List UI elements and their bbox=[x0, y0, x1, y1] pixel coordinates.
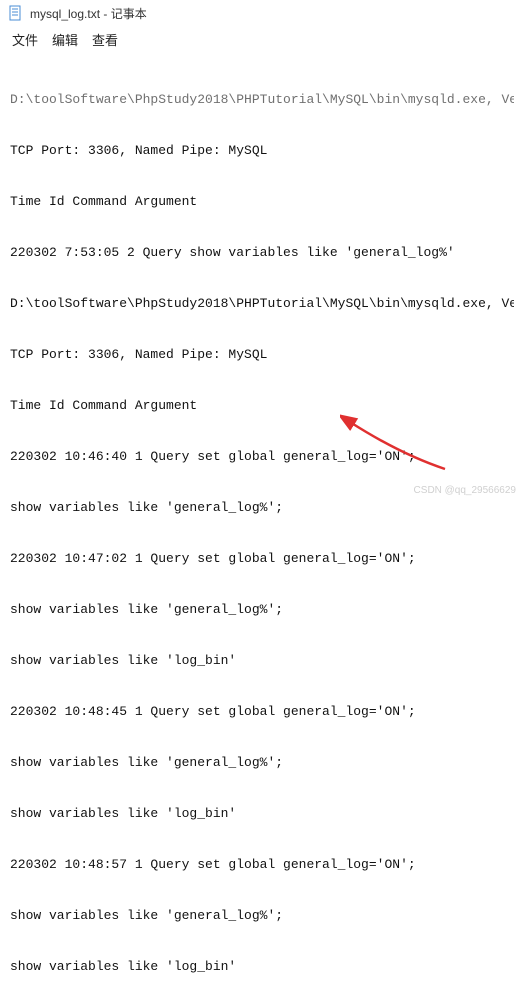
log-line: show variables like 'general_log%'; bbox=[10, 601, 514, 618]
log-line: show variables like 'general_log%'; bbox=[10, 499, 514, 516]
log-line: 220302 7:53:05 2 Query show variables li… bbox=[10, 244, 514, 261]
text-content[interactable]: D:\toolSoftware\PhpStudy2018\PHPTutorial… bbox=[0, 55, 524, 1000]
title-bar: mysql_log.txt - 记事本 bbox=[0, 0, 524, 26]
log-line: show variables like 'log_bin' bbox=[10, 958, 514, 975]
window-title: mysql_log.txt - 记事本 bbox=[30, 5, 147, 22]
notepad-icon bbox=[8, 5, 24, 21]
log-line: show variables like 'log_bin' bbox=[10, 652, 514, 669]
menu-bar: 文件 编辑 查看 bbox=[0, 26, 524, 55]
menu-view[interactable]: 查看 bbox=[92, 30, 118, 49]
log-line: TCP Port: 3306, Named Pipe: MySQL bbox=[10, 142, 514, 159]
log-line: 220302 10:48:45 1 Query set global gener… bbox=[10, 703, 514, 720]
log-line: Time Id Command Argument bbox=[10, 193, 514, 210]
menu-file[interactable]: 文件 bbox=[12, 30, 38, 49]
log-line: show variables like 'general_log%'; bbox=[10, 907, 514, 924]
log-line: TCP Port: 3306, Named Pipe: MySQL bbox=[10, 346, 514, 363]
log-line: show variables like 'log_bin' bbox=[10, 805, 514, 822]
watermark: CSDN @qq_29566629 bbox=[414, 485, 516, 496]
log-line: Time Id Command Argument bbox=[10, 397, 514, 414]
log-line: show variables like 'general_log%'; bbox=[10, 754, 514, 771]
log-line: D:\toolSoftware\PhpStudy2018\PHPTutorial… bbox=[10, 91, 514, 108]
log-line: D:\toolSoftware\PhpStudy2018\PHPTutorial… bbox=[10, 295, 514, 312]
log-line: 220302 10:48:57 1 Query set global gener… bbox=[10, 856, 514, 873]
log-line: 220302 10:47:02 1 Query set global gener… bbox=[10, 550, 514, 567]
menu-edit[interactable]: 编辑 bbox=[52, 30, 78, 49]
log-line: 220302 10:46:40 1 Query set global gener… bbox=[10, 448, 514, 465]
